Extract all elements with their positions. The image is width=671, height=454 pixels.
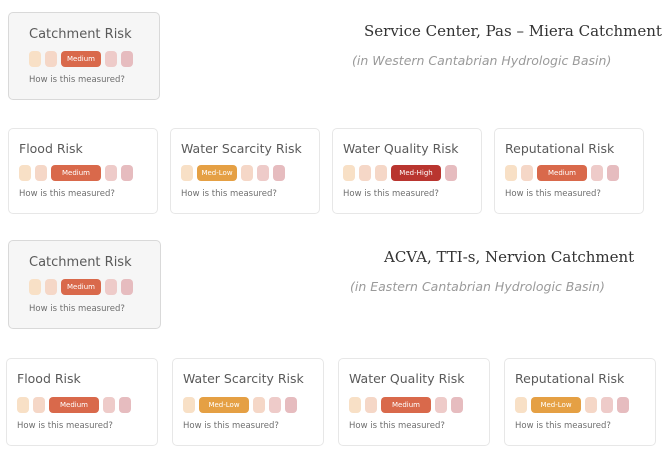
scale-level-1 — [29, 51, 41, 67]
site-title: ACVA, TTI-s, Nervion Catchment — [384, 248, 635, 266]
scale-level-3 — [253, 397, 265, 413]
scale-level-3 — [585, 397, 597, 413]
risk-level-badge: Med-Low — [199, 397, 249, 413]
risk-level-badge: Medium — [49, 397, 99, 413]
risk-scale: Med-Low — [181, 165, 285, 181]
card-title: Water Scarcity Risk — [181, 141, 302, 156]
scale-level-1 — [505, 165, 517, 181]
risk-level-badge: Med-Low — [197, 165, 237, 181]
scale-level-1 — [349, 397, 361, 413]
site-title: Service Center, Pas – Miera Catchment — [364, 22, 662, 40]
catchment-risk-card: Catchment Risk Medium How is this measur… — [8, 12, 160, 100]
risk-scale: Med-Low — [515, 397, 629, 413]
risk-scale: Med-Low — [183, 397, 297, 413]
risk-scale: Medium — [17, 397, 131, 413]
how-measured-link[interactable]: How is this measured? — [343, 189, 439, 199]
risk-scale: Medium — [349, 397, 463, 413]
card-title: Water Scarcity Risk — [183, 371, 304, 386]
how-measured-link[interactable]: How is this measured? — [183, 421, 279, 431]
catchment-risk-card: Catchment Risk Medium How is this measur… — [8, 240, 161, 329]
how-measured-link[interactable]: How is this measured? — [505, 189, 601, 199]
scale-level-4 — [269, 397, 281, 413]
card-title: Flood Risk — [19, 141, 83, 156]
reputational-risk-card: Reputational Risk Med-Low How is this me… — [504, 358, 656, 446]
risk-scale: Med-High — [343, 165, 457, 181]
scale-level-4 — [105, 279, 117, 295]
scale-level-1 — [515, 397, 527, 413]
risk-scale: Medium — [19, 165, 133, 181]
scale-level-5 — [445, 165, 457, 181]
how-measured-link[interactable]: How is this measured? — [17, 421, 113, 431]
water-quality-risk-card: Water Quality Risk Med-High How is this … — [332, 128, 482, 214]
how-measured-link[interactable]: How is this measured? — [515, 421, 611, 431]
risk-level-badge: Med-Low — [531, 397, 581, 413]
scale-level-1 — [17, 397, 29, 413]
how-measured-link[interactable]: How is this measured? — [19, 189, 115, 199]
scale-level-5 — [121, 165, 133, 181]
scale-level-4 — [591, 165, 603, 181]
scale-level-4 — [105, 165, 117, 181]
scale-level-2 — [365, 397, 377, 413]
scale-level-2 — [359, 165, 371, 181]
risk-level-badge: Med-High — [391, 165, 441, 181]
risk-level-badge: Medium — [61, 51, 101, 67]
card-title: Water Quality Risk — [343, 141, 459, 156]
risk-scale: Medium — [505, 165, 619, 181]
water-scarcity-risk-card: Water Scarcity Risk Med-Low How is this … — [170, 128, 320, 214]
scale-level-1 — [343, 165, 355, 181]
how-measured-link[interactable]: How is this measured? — [29, 75, 125, 85]
risk-level-badge: Medium — [51, 165, 101, 181]
risk-level-badge: Medium — [61, 279, 101, 295]
water-scarcity-risk-card: Water Scarcity Risk Med-Low How is this … — [172, 358, 324, 446]
scale-level-5 — [121, 51, 133, 67]
site-subtitle: (in Eastern Cantabrian Hydrologic Basin) — [350, 279, 605, 294]
risk-scale: Medium — [29, 51, 133, 67]
card-title: Catchment Risk — [29, 255, 132, 270]
water-quality-risk-card: Water Quality Risk Medium How is this me… — [338, 358, 490, 446]
scale-level-2 — [45, 279, 57, 295]
site-subtitle: (in Western Cantabrian Hydrologic Basin) — [352, 53, 612, 68]
scale-level-5 — [451, 397, 463, 413]
scale-level-4 — [435, 397, 447, 413]
card-title: Flood Risk — [17, 371, 81, 386]
scale-level-2 — [35, 165, 47, 181]
scale-level-5 — [607, 165, 619, 181]
card-title: Reputational Risk — [515, 371, 625, 386]
scale-level-4 — [103, 397, 115, 413]
scale-level-5 — [119, 397, 131, 413]
scale-level-4 — [257, 165, 269, 181]
flood-risk-card: Flood Risk Medium How is this measured? — [6, 358, 158, 446]
how-measured-link[interactable]: How is this measured? — [349, 421, 445, 431]
flood-risk-card: Flood Risk Medium How is this measured? — [8, 128, 158, 214]
card-title: Catchment Risk — [29, 27, 132, 42]
scale-level-2 — [33, 397, 45, 413]
risk-scale: Medium — [29, 279, 133, 295]
reputational-risk-card: Reputational Risk Medium How is this mea… — [494, 128, 644, 214]
scale-level-3 — [241, 165, 253, 181]
scale-level-5 — [273, 165, 285, 181]
scale-level-5 — [285, 397, 297, 413]
scale-level-2 — [45, 51, 57, 67]
scale-level-5 — [121, 279, 133, 295]
card-title: Water Quality Risk — [349, 371, 465, 386]
how-measured-link[interactable]: How is this measured? — [181, 189, 277, 199]
scale-level-1 — [183, 397, 195, 413]
scale-level-2 — [521, 165, 533, 181]
scale-level-1 — [29, 279, 41, 295]
risk-level-badge: Medium — [381, 397, 431, 413]
scale-level-5 — [617, 397, 629, 413]
scale-level-1 — [181, 165, 193, 181]
scale-level-4 — [105, 51, 117, 67]
scale-level-1 — [19, 165, 31, 181]
scale-level-3 — [375, 165, 387, 181]
scale-level-4 — [601, 397, 613, 413]
how-measured-link[interactable]: How is this measured? — [29, 304, 125, 314]
risk-level-badge: Medium — [537, 165, 587, 181]
card-title: Reputational Risk — [505, 141, 615, 156]
